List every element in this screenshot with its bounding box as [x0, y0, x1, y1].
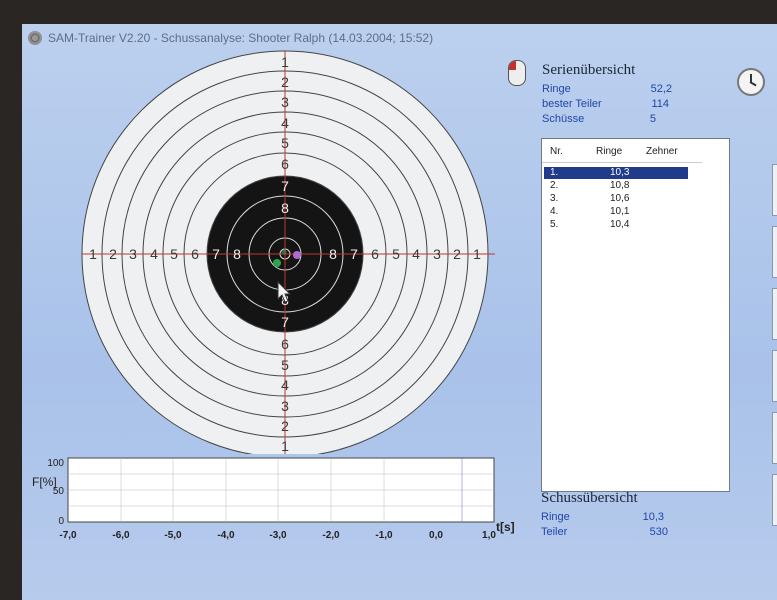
x-tick-9: 1,0: [482, 530, 496, 541]
table-row[interactable]: 5. 10,4: [544, 219, 688, 231]
series-shots-label: Schüsse: [542, 113, 585, 125]
ring-label-top-3: 3: [281, 94, 289, 110]
side-button-1[interactable]: [772, 164, 777, 216]
side-button-3[interactable]: [772, 288, 777, 340]
ring-label-left-1: 1: [89, 246, 97, 262]
series-ringe-value: 52,2: [650, 83, 672, 95]
row-nr: 4.: [550, 206, 559, 217]
shot-teiler-label: Teiler: [541, 526, 568, 538]
table-row[interactable]: 2. 10,8: [544, 180, 688, 192]
ring-label-right-5: 5: [392, 246, 400, 262]
shot-marker-purple[interactable]: [293, 251, 301, 259]
force-chart: 100 50 0 F[%] t[s] -7,0 -6,0 -5,0 -4,0 -…: [32, 457, 515, 541]
series-best-teiler-label: bester Teiler: [542, 98, 602, 110]
row-nr: 2.: [550, 180, 559, 191]
ring-label-top-1: 1: [281, 54, 289, 70]
x-tick-6: -2,0: [322, 530, 340, 541]
series-best-teiler-value: 114: [651, 98, 669, 110]
x-axis-label: t[s]: [496, 520, 515, 534]
table-row[interactable]: 1. 10,3: [544, 167, 688, 179]
row-ringe: 10,8: [610, 180, 630, 191]
shot-ringe-label: Ringe: [541, 511, 570, 523]
shooting-target: 1 2 3 4 5 6 7 8 8 7 6 5 4 3 2 1 1 2 3 4: [81, 50, 495, 454]
x-tick-5: -3,0: [269, 530, 287, 541]
column-header-nr[interactable]: Nr.: [550, 146, 563, 157]
series-overview-title: Serienübersicht: [542, 62, 636, 78]
header-divider: [542, 162, 702, 163]
row-nr: 5.: [550, 219, 559, 230]
ring-label-bottom-1: 1: [281, 438, 289, 454]
ring-label-bottom-2: 2: [281, 418, 289, 434]
row-ringe: 10,4: [610, 219, 630, 230]
side-button-6[interactable]: [772, 474, 777, 526]
shot-list-table[interactable]: Nr. Ringe Zehner 1. 10,3 2. 10,8 3. 10,6…: [541, 138, 730, 492]
column-header-ringe[interactable]: Ringe: [596, 146, 622, 157]
ring-label-right-7: 7: [350, 246, 358, 262]
ring-label-top-5: 5: [281, 135, 289, 151]
ring-label-right-2: 2: [453, 246, 461, 262]
app-window: SAM-Trainer V2.20 - Schussanalyse: Shoot…: [22, 24, 777, 600]
ring-label-left-7: 7: [212, 246, 220, 262]
mouse-icon[interactable]: [508, 60, 526, 86]
ring-label-bottom-5: 5: [281, 357, 289, 373]
shot-teiler-value: 530: [649, 526, 668, 538]
ring-label-bottom-4: 4: [281, 377, 289, 393]
ring-label-left-4: 4: [150, 246, 158, 262]
shot-marker-center[interactable]: [281, 249, 287, 255]
x-tick-1: -7,0: [59, 530, 77, 541]
shot-marker-green[interactable]: [273, 259, 281, 267]
ring-label-right-4: 4: [412, 246, 420, 262]
y-axis-label: F[%]: [32, 475, 57, 489]
series-ringe-label: Ringe: [542, 83, 571, 95]
series-shots-value: 5: [649, 113, 656, 125]
row-ringe: 10,3: [610, 167, 630, 178]
ring-label-top-6: 6: [281, 156, 289, 172]
row-nr: 1.: [550, 167, 559, 178]
side-button-4[interactable]: [772, 350, 777, 402]
ring-label-top-4: 4: [281, 115, 289, 131]
x-tick-8: 0,0: [429, 530, 443, 541]
ring-label-left-5: 5: [170, 246, 178, 262]
row-nr: 3.: [550, 193, 559, 204]
ring-label-top-7: 7: [281, 178, 289, 194]
ring-label-top-8: 8: [281, 200, 289, 216]
ring-label-left-8: 8: [233, 246, 241, 262]
ring-label-top-2: 2: [281, 74, 289, 90]
ring-label-right-3: 3: [433, 246, 441, 262]
row-ringe: 10,1: [610, 206, 630, 217]
ring-label-bottom-6: 6: [281, 336, 289, 352]
side-button-2[interactable]: [772, 226, 777, 278]
table-row[interactable]: 3. 10,6: [544, 193, 688, 205]
shot-overview-title: Schussübersicht: [541, 490, 638, 506]
ring-label-left-3: 3: [129, 246, 137, 262]
x-tick-7: -1,0: [375, 530, 393, 541]
x-tick-3: -5,0: [164, 530, 182, 541]
x-tick-4: -4,0: [217, 530, 235, 541]
row-ringe: 10,6: [610, 193, 630, 204]
ring-label-right-8: 8: [329, 246, 337, 262]
ring-label-bottom-3: 3: [281, 398, 289, 414]
y-tick-0: 0: [58, 516, 64, 527]
ring-label-left-6: 6: [191, 246, 199, 262]
table-row[interactable]: 4. 10,1: [544, 206, 688, 218]
column-header-zehner[interactable]: Zehner: [646, 146, 678, 157]
ring-label-right-6: 6: [371, 246, 379, 262]
ring-label-left-2: 2: [109, 246, 117, 262]
ring-label-right-1: 1: [473, 246, 481, 262]
y-tick-100: 100: [47, 458, 64, 469]
clock-icon[interactable]: [737, 68, 765, 96]
side-button-5[interactable]: [772, 412, 777, 464]
x-tick-2: -6,0: [112, 530, 130, 541]
ring-label-bottom-7: 7: [281, 314, 289, 330]
shot-ringe-value: 10,3: [642, 511, 664, 523]
